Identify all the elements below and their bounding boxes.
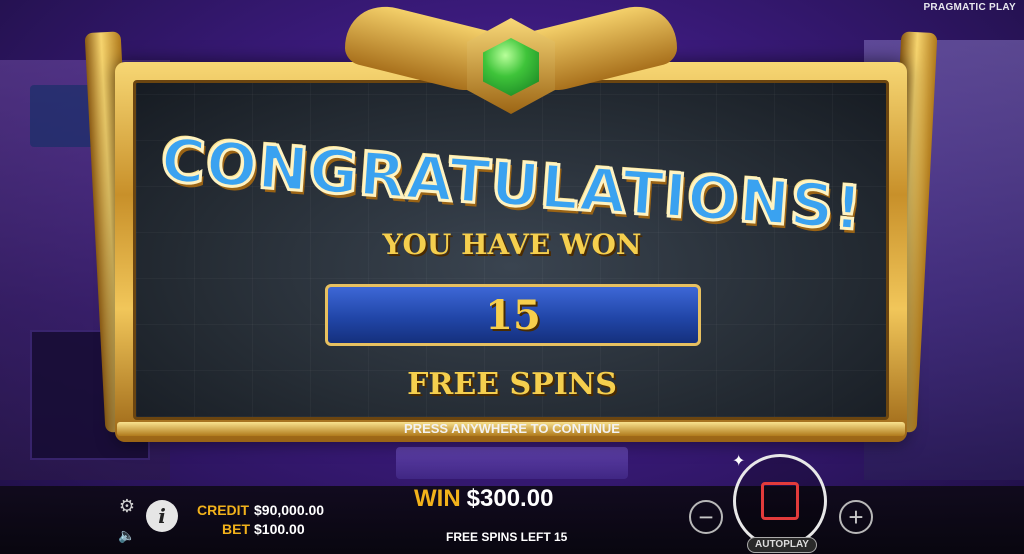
minus-icon[interactable]: − [689, 500, 723, 534]
win-value: $300.00 [466, 485, 554, 512]
won-amount: 15 [485, 291, 541, 339]
credit-value: $90,000.00 [254, 502, 325, 518]
info-icon[interactable]: i [146, 500, 178, 532]
credit-label: CREDIT [197, 502, 250, 518]
bet-label: BET [222, 521, 250, 537]
spin-button[interactable] [733, 454, 827, 548]
plus-icon[interactable]: + [839, 500, 873, 534]
autoplay-button[interactable]: AUTOPLAY [747, 537, 817, 553]
win-label: WIN [414, 485, 461, 512]
spin-stop-icon [761, 482, 799, 520]
gear-icon[interactable]: ⚙ [118, 496, 136, 516]
bet-value: $100.00 [254, 521, 305, 537]
you-have-won-text: YOU HAVE WON [382, 228, 642, 261]
win-display: WIN $300.00 [414, 485, 553, 513]
free-spins-text: FREE SPINS [407, 367, 617, 402]
provider-logo: PRAGMATIC PLAY [923, 2, 1016, 13]
scatter-banner [396, 447, 628, 479]
speaker-icon[interactable]: 🔈 [118, 526, 136, 544]
press-to-continue[interactable]: PRESS ANYWHERE TO CONTINUE [0, 421, 1024, 436]
won-amount-box: 15 [325, 284, 701, 346]
sparkle-icon: ✦ [732, 453, 746, 470]
free-spins-left: FREE SPINS LEFT 15 [446, 530, 568, 544]
